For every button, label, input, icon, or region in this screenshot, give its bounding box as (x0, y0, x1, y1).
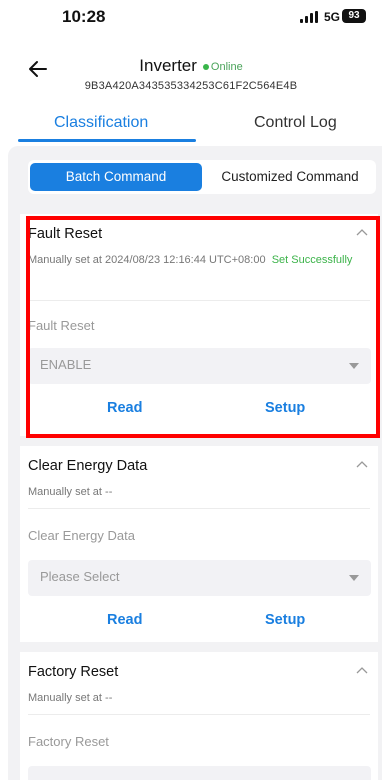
divider (28, 300, 370, 301)
set-time-text: Manually set at -- (28, 486, 113, 498)
fault-reset-select[interactable]: ENABLE (28, 348, 371, 384)
setup-button[interactable]: Setup (265, 400, 305, 416)
chevron-up-icon[interactable] (356, 228, 368, 236)
battery-icon: 93 (342, 9, 366, 23)
card-title: Clear Energy Data (28, 458, 148, 474)
customized-command-button[interactable]: Customized Command (206, 163, 374, 191)
factory-reset-select[interactable] (28, 766, 371, 780)
set-time-text: Manually set at 2024/08/23 12:16:44 UTC+… (28, 254, 266, 266)
read-button[interactable]: Read (107, 612, 142, 628)
select-value: ENABLE (40, 357, 92, 372)
fault-reset-card: Fault Reset Manually set at 2024/08/23 1… (20, 214, 378, 436)
clear-energy-data-card: Clear Energy Data Manually set at -- Cle… (20, 446, 378, 642)
command-type-segment: Batch Command Customized Command (28, 160, 376, 194)
card-title: Fault Reset (28, 226, 103, 242)
status-bar: 10:28 5G 93 (0, 0, 382, 34)
header: Inverter Online 9B3A420A343535334253C61F2… (0, 50, 382, 100)
active-tab-indicator (18, 139, 196, 142)
dropdown-caret-icon (349, 575, 359, 581)
online-status-dot (202, 63, 209, 70)
chevron-up-icon[interactable] (356, 460, 368, 468)
set-status-text: Set Successfully (271, 254, 353, 266)
divider (28, 508, 370, 509)
field-label: Clear Energy Data (28, 528, 135, 543)
card-set-info: Manually set at 2024/08/23 12:16:44 UTC+… (28, 250, 368, 271)
card-set-info: Manually set at -- (28, 688, 368, 709)
factory-reset-card: Factory Reset Manually set at -- Factory… (20, 652, 378, 780)
status-time: 10:28 (62, 7, 106, 26)
divider (28, 714, 370, 715)
tab-bar: Classification Control Log (0, 108, 382, 142)
online-status-text: Online (210, 60, 243, 73)
card-set-info: Manually set at -- (28, 482, 368, 503)
network-type: 5G (324, 10, 341, 24)
command-panel: Batch Command Customized Command Fault R… (8, 146, 382, 780)
batch-command-button[interactable]: Batch Command (30, 163, 202, 191)
field-label: Fault Reset (28, 318, 95, 333)
card-title: Factory Reset (28, 664, 119, 680)
set-time-text: Manually set at -- (28, 692, 113, 704)
device-serial: 9B3A420A343535334253C61F2C564E4B (84, 80, 298, 92)
chevron-up-icon[interactable] (356, 666, 368, 674)
signal-icon (300, 11, 322, 23)
dropdown-caret-icon (349, 363, 359, 369)
tab-classification[interactable]: Classification (54, 114, 148, 132)
select-value: Please Select (40, 569, 120, 584)
tab-control-log[interactable]: Control Log (254, 114, 337, 132)
clear-energy-data-select[interactable]: Please Select (28, 560, 371, 596)
field-label: Factory Reset (28, 734, 109, 749)
page-title: Inverter (139, 56, 197, 75)
read-button[interactable]: Read (107, 400, 142, 416)
title-row: Inverter Online (0, 56, 382, 76)
setup-button[interactable]: Setup (265, 612, 305, 628)
